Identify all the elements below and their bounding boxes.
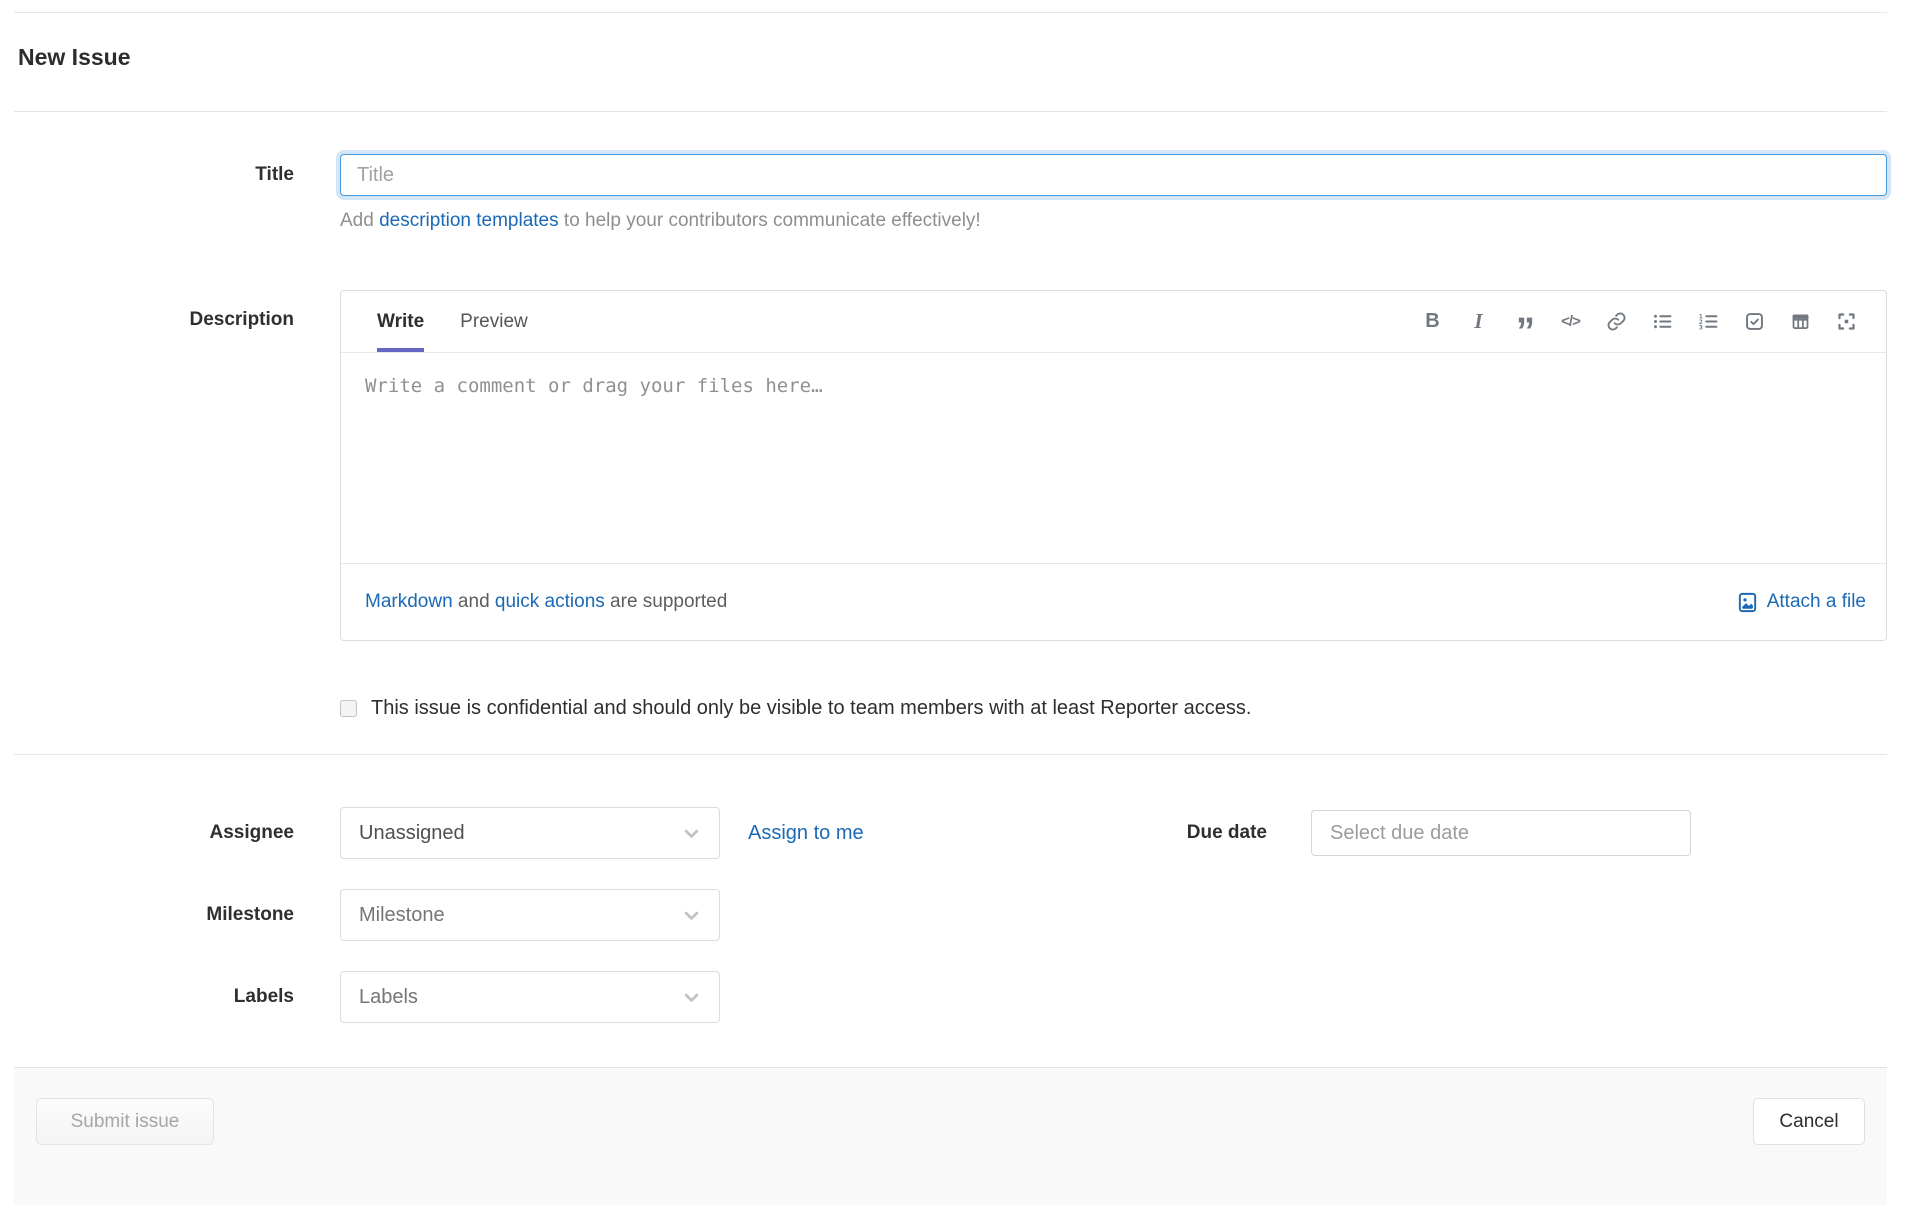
assignee-dropdown[interactable]: Unassigned [340,807,720,859]
tab-write[interactable]: Write [377,291,425,352]
attach-image-icon [1738,592,1756,612]
bold-icon[interactable]: B [1413,304,1452,340]
editor-toolbar: B I ” </> 1 2 3 [1413,291,1866,352]
confidential-checkbox[interactable] [340,700,357,717]
description-label: Description [189,309,294,330]
confidential-label: This issue is confidential and should on… [371,697,1252,719]
numbered-list-icon[interactable]: 123 [1689,304,1728,340]
chevron-down-icon [684,993,699,1002]
description-row: Description Write Preview B I ” </> 1 2 … [14,290,1887,641]
action-bar: Submit issue Cancel [14,1067,1887,1205]
link-icon[interactable] [1597,304,1636,340]
milestone-label: Milestone [206,904,294,925]
svg-text:3: 3 [1699,324,1703,332]
labels-row: Labels Labels [14,971,1887,1023]
labels-label: Labels [233,986,294,1007]
submit-issue-button[interactable]: Submit issue [36,1098,214,1145]
chevron-down-icon [684,829,699,838]
task-list-icon[interactable] [1735,304,1774,340]
section-divider [14,754,1887,755]
due-date-input[interactable] [1311,810,1691,856]
markdown-link[interactable]: Markdown [365,591,453,612]
editor-header: Write Preview B I ” </> 1 2 3 [341,291,1886,353]
chevron-down-icon [684,911,699,920]
table-icon[interactable] [1781,304,1820,340]
assignee-label: Assignee [209,822,294,843]
code-icon[interactable]: </> [1551,304,1590,340]
cancel-button[interactable]: Cancel [1753,1098,1865,1145]
tab-preview[interactable]: Preview [460,291,528,352]
quote-icon[interactable]: ” [1505,304,1544,351]
italic-icon[interactable]: I [1459,304,1498,340]
description-textarea[interactable]: Write a comment or drag your files here… [341,353,1886,563]
description-templates-link[interactable]: description templates [379,210,559,231]
page-header: New Issue [14,13,1887,112]
editor-tabs: Write Preview [377,291,528,352]
metadata-section: Assignee Unassigned Assign to me Due dat… [14,807,1887,1023]
markdown-editor: Write Preview B I ” </> 1 2 3 Write a co… [340,290,1887,641]
milestone-dropdown[interactable]: Milestone [340,889,720,941]
markdown-support-text: Markdown and quick actions are supported [365,591,728,612]
title-help-text: Add description templates to help your c… [340,210,981,231]
title-input[interactable] [340,154,1887,196]
assignee-row: Assignee Unassigned Assign to me Due dat… [14,807,1887,859]
labels-dropdown[interactable]: Labels [340,971,720,1023]
bulleted-list-icon[interactable] [1643,304,1682,340]
new-issue-page: New Issue Title Add description template… [14,12,1887,1205]
fullscreen-icon[interactable] [1827,304,1866,340]
confidential-row: This issue is confidential and should on… [14,697,1887,720]
assign-to-me-link[interactable]: Assign to me [748,822,864,845]
attach-file-button[interactable]: Attach a file [1736,591,1866,614]
editor-footer: Markdown and quick actions are supported… [341,563,1886,640]
description-placeholder: Write a comment or drag your files here… [365,375,823,397]
due-date-label: Due date [1186,822,1267,843]
milestone-row: Milestone Milestone [14,889,1887,941]
page-title: New Issue [18,44,131,70]
title-label: Title [255,164,294,185]
due-date-group: Due date [1187,810,1691,856]
quick-actions-link[interactable]: quick actions [495,591,605,612]
title-row: Title [14,154,1887,196]
